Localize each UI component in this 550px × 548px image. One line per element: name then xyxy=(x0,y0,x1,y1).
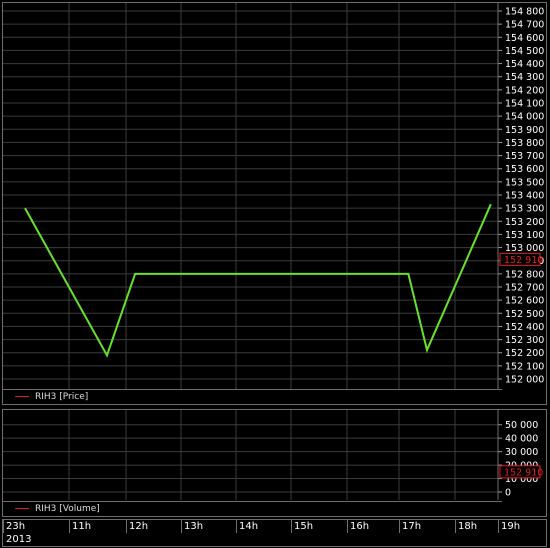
price-grid xyxy=(3,3,498,389)
price-tick-label: 154 300 xyxy=(505,72,544,83)
volume-tick-label: 0 xyxy=(505,488,511,499)
volume-legend-label: RIH3 [Volume] xyxy=(35,504,100,514)
time-axis-year: 2013 xyxy=(6,534,32,545)
time-tick-label: 12h xyxy=(126,520,148,533)
price-legend-swatch xyxy=(15,396,29,397)
time-tick-label: 11h xyxy=(69,520,91,533)
time-tick-label: 17h xyxy=(399,520,421,533)
price-tick-label: 154 000 xyxy=(505,112,544,123)
price-tick-label: 152 200 xyxy=(505,348,544,359)
price-tick-label: 152 700 xyxy=(505,283,544,294)
price-legend-label: RIH3 [Price] xyxy=(35,392,89,402)
price-tick-label: 152 600 xyxy=(505,296,544,307)
volume-last-value: 152 910 xyxy=(499,465,543,479)
price-tick-label: 152 100 xyxy=(505,361,544,372)
price-tick-label: 153 000 xyxy=(505,243,544,254)
volume-pane[interactable]: 50 00040 00030 00020 00010 0000152 910 R… xyxy=(2,409,547,517)
volume-tick-label: 50 000 xyxy=(505,420,538,431)
price-tick-label: 154 600 xyxy=(505,33,544,44)
volume-legend: RIH3 [Volume] xyxy=(3,501,502,517)
price-tick-label: 154 100 xyxy=(505,99,544,110)
price-tick-label: 154 700 xyxy=(505,20,544,31)
time-tick-label: 18h xyxy=(455,520,477,533)
price-tick-label: 153 100 xyxy=(505,230,544,241)
time-tick-label: 13h xyxy=(181,520,203,533)
price-tick-label: 153 600 xyxy=(505,164,544,175)
price-tick-label: 154 500 xyxy=(505,46,544,57)
volume-tick-label: 30 000 xyxy=(505,447,538,458)
volume-grid xyxy=(3,410,498,500)
price-tick-label: 154 400 xyxy=(505,59,544,70)
volume-tick-label: 40 000 xyxy=(505,434,538,445)
price-tick-label: 152 800 xyxy=(505,269,544,280)
price-tick-label: 152 300 xyxy=(505,335,544,346)
price-legend: RIH3 [Price] xyxy=(3,389,502,405)
price-tick-label: 153 900 xyxy=(505,125,544,136)
volume-legend-swatch xyxy=(15,508,29,509)
price-pane[interactable]: 154 800 154 700 154 600 154 500 154 400 154 3… xyxy=(2,2,547,405)
time-tick-label: 19h xyxy=(498,520,520,533)
price-tick-label: 154 800 xyxy=(505,7,544,18)
price-tick-label: 153 300 xyxy=(505,204,544,215)
price-last-value-label: 152 910 xyxy=(504,255,543,266)
time-tick-label: 15h xyxy=(291,520,313,533)
price-last-value: 152 910 xyxy=(499,252,543,266)
time-tick-label: 14h xyxy=(236,520,258,533)
price-tick-label: 152 400 xyxy=(505,322,544,333)
price-tick-label: 153 500 xyxy=(505,177,544,188)
time-tick-label: 23h xyxy=(3,520,25,533)
price-tick-label: 153 400 xyxy=(505,191,544,202)
price-trendline xyxy=(24,203,492,358)
time-axis: 23h 11h 12h 13h 14h 15h 16h 17h 18h 19h 2013 xyxy=(2,519,547,547)
price-tick-label: 154 200 xyxy=(505,85,544,96)
price-tick-label: 153 700 xyxy=(505,151,544,162)
time-tick-label: 16h xyxy=(347,520,369,533)
volume-last-value-label: 152 910 xyxy=(504,467,543,478)
price-tick-label: 152 500 xyxy=(505,309,544,320)
price-tick-label: 153 800 xyxy=(505,138,544,149)
volume-chart[interactable]: 50 00040 00030 00020 00010 0000152 910 xyxy=(3,410,546,500)
price-chart[interactable]: 154 800 154 700 154 600 154 500 154 400 154 3… xyxy=(3,3,546,389)
price-tick-label: 153 200 xyxy=(505,217,544,228)
price-tick-label: 152 000 xyxy=(505,375,544,386)
